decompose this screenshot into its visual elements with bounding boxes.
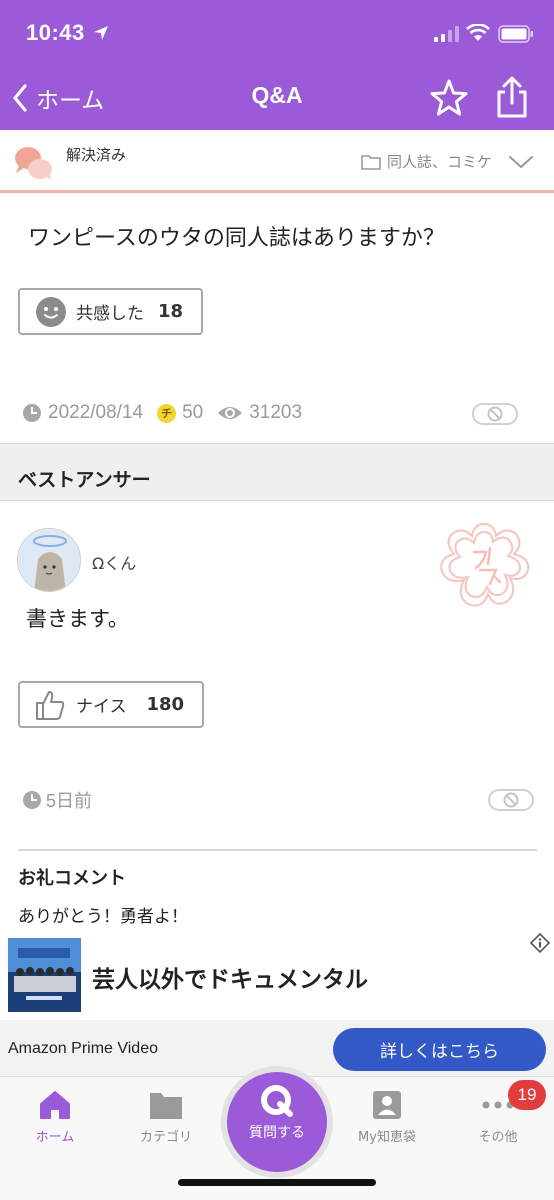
notification-badge: 19 <box>508 1080 546 1110</box>
ad-cta-button[interactable]: 詳しくはこちら <box>333 1028 546 1071</box>
home-icon <box>40 1091 70 1119</box>
solved-status-label: 解決済み <box>66 146 127 164</box>
tab-my-chiebukuro[interactable]: My知恵袋 <box>337 1090 437 1145</box>
cellular-signal-icon <box>434 26 459 42</box>
ad-thumbnail-image <box>8 938 81 1012</box>
divider <box>18 849 537 851</box>
category-link[interactable]: 同人誌、コミケ <box>361 151 534 172</box>
q-icon <box>261 1085 293 1117</box>
empathy-count: 18 <box>158 301 184 322</box>
view-count: 31203 <box>249 402 303 423</box>
tab-my-label: My知恵袋 <box>358 1130 416 1145</box>
block-button[interactable] <box>472 403 518 425</box>
folder-icon <box>361 154 381 170</box>
best-answer-title: ベストアンサー <box>18 469 151 491</box>
thumbs-up-icon <box>36 690 65 720</box>
clock-icon <box>23 404 41 422</box>
clock-icon <box>23 791 41 809</box>
question-meta: 2022/08/14 チ 50 31203 <box>22 400 302 426</box>
header-accent-line <box>0 190 554 193</box>
avatar[interactable] <box>17 528 81 592</box>
back-button-label: ホーム <box>36 88 105 114</box>
answer-text: 書きます。 <box>26 607 129 631</box>
block-icon <box>503 792 519 808</box>
speech-bubbles-icon <box>15 147 52 180</box>
location-arrow-icon <box>94 26 108 40</box>
chevron-left-icon <box>13 84 27 112</box>
smile-icon <box>36 296 66 327</box>
answerer-username[interactable]: Ωくん <box>92 550 136 574</box>
ad-advertiser: Amazon Prime Video <box>8 1040 158 1057</box>
question-date: 2022/08/14 <box>48 402 144 423</box>
star-icon[interactable] <box>430 79 468 117</box>
category-label: 同人誌、コミケ <box>386 153 492 171</box>
home-indicator[interactable] <box>178 1179 376 1186</box>
tab-category[interactable]: カテゴリ <box>116 1090 216 1145</box>
battery-icon <box>498 25 533 43</box>
block-button[interactable] <box>488 789 534 811</box>
ad-info-icon[interactable] <box>530 933 550 953</box>
nice-count: 180 <box>146 694 185 715</box>
nice-label: ナイス <box>76 697 127 717</box>
tab-category-label: カテゴリ <box>139 1130 192 1145</box>
ask-question-button[interactable]: 質問する <box>227 1072 327 1172</box>
wifi-icon <box>466 24 490 41</box>
avatar-image <box>18 529 80 591</box>
app-header: 10:43 ホーム Q&A <box>0 0 554 130</box>
tab-home[interactable]: ホーム <box>5 1090 105 1145</box>
answer-time: 5日前 <box>46 791 93 811</box>
coin-icon: チ <box>157 403 177 423</box>
nice-button[interactable]: ナイス 180 <box>18 681 204 728</box>
chevron-down-icon[interactable] <box>508 155 534 169</box>
ad-thumbnail[interactable] <box>8 938 81 1012</box>
answer-meta: 5日前 <box>22 787 92 813</box>
empathy-button[interactable]: 共感した 18 <box>18 288 203 335</box>
empathy-label: 共感した <box>76 304 144 324</box>
best-answer-stamp-icon <box>440 522 530 607</box>
profile-icon <box>373 1091 401 1119</box>
thanks-comment-title: お礼コメント <box>18 868 126 889</box>
ask-question-label: 質問する <box>249 1125 305 1141</box>
folder-icon <box>150 1093 182 1119</box>
eye-icon <box>218 407 243 419</box>
block-icon <box>487 406 503 422</box>
back-button[interactable]: ホーム <box>12 80 104 116</box>
share-icon[interactable] <box>495 76 529 118</box>
ad-headline[interactable]: 芸人以外でドキュメンタル <box>92 960 368 994</box>
status-time: 10:43 <box>26 20 85 45</box>
tab-home-label: ホーム <box>35 1130 75 1145</box>
coin-count: 50 <box>182 402 204 423</box>
question-text: ワンピースのウタの同人誌はありますか？ <box>28 226 445 251</box>
thanks-comment-text: ありがとう！勇者よ！ <box>18 907 188 927</box>
tab-more-label: その他 <box>478 1130 518 1145</box>
